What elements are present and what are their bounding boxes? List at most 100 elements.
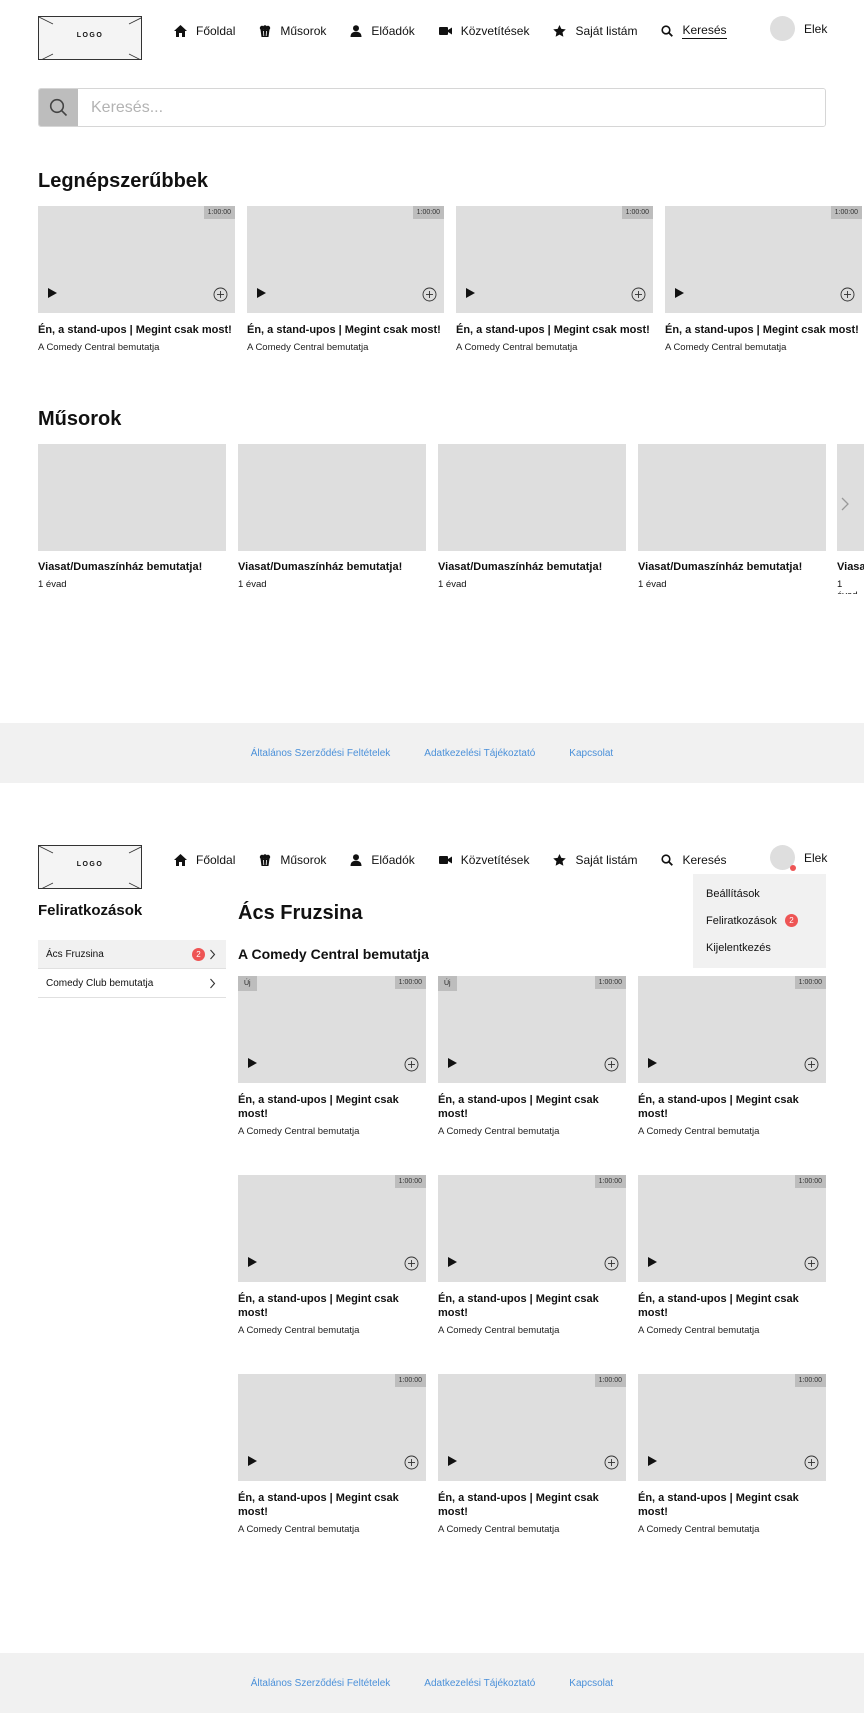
video-card[interactable]: 1:00:00 Én, a stand-upos | Megint csak mo… bbox=[247, 206, 444, 353]
nav-item-my-list[interactable]: Saját listám bbox=[553, 20, 637, 42]
video-card[interactable]: Új 1:00:00 Én, a stand-upos | Megint csak … bbox=[438, 976, 626, 1137]
video-thumbnail[interactable]: 1:00:00 bbox=[638, 1374, 826, 1481]
nav-item-shows[interactable]: Műsorok bbox=[259, 20, 326, 42]
footer-link-privacy[interactable]: Adatkezelési Tájékoztató bbox=[424, 748, 535, 759]
footer-link-privacy[interactable]: Adatkezelési Tájékoztató bbox=[424, 1678, 535, 1689]
video-title[interactable]: Én, a stand-upos | Megint csak most! bbox=[238, 1491, 426, 1519]
video-thumbnail[interactable]: 1:00:00 bbox=[247, 206, 444, 313]
nav-item-broadcasts[interactable]: Közvetítések bbox=[438, 20, 529, 42]
video-card[interactable]: 1:00:00 Én, a stand-upos | Megint csak mo… bbox=[438, 1374, 626, 1535]
logo[interactable]: LOGO bbox=[38, 16, 142, 60]
video-card[interactable]: 1:00:00 Én, a stand-upos | Megint csak mo… bbox=[638, 1374, 826, 1535]
play-button[interactable] bbox=[248, 1453, 257, 1471]
subscription-item-acs-fruzsina[interactable]: Ács Fruzsina 2 bbox=[38, 940, 226, 969]
play-button[interactable] bbox=[448, 1055, 457, 1073]
show-card[interactable]: Viasat/Dumaszínház bemutatja! 1 évad bbox=[38, 444, 226, 590]
play-button[interactable] bbox=[257, 285, 266, 303]
video-card[interactable]: 1:00:00 Én, a stand-upos | Megint csak mo… bbox=[456, 206, 653, 353]
menu-item-settings[interactable]: Beállítások bbox=[693, 886, 826, 913]
video-title[interactable]: Én, a stand-upos | Megint csak most! bbox=[238, 1093, 426, 1121]
video-thumbnail[interactable]: 1:00:00 bbox=[38, 206, 235, 313]
avatar[interactable] bbox=[770, 16, 795, 41]
play-button[interactable] bbox=[248, 1254, 257, 1272]
nav-item-search[interactable]: Keresés bbox=[661, 20, 727, 42]
video-title[interactable]: Én, a stand-upos | Megint csak most! bbox=[38, 323, 235, 337]
add-to-list-button[interactable] bbox=[422, 287, 437, 307]
add-to-list-button[interactable] bbox=[604, 1057, 619, 1077]
video-title[interactable]: Én, a stand-upos | Megint csak most! bbox=[456, 323, 653, 337]
video-title[interactable]: Én, a stand-upos | Megint csak most! bbox=[638, 1093, 826, 1121]
video-thumbnail[interactable]: Új 1:00:00 bbox=[438, 976, 626, 1083]
add-to-list-button[interactable] bbox=[604, 1256, 619, 1276]
video-thumbnail[interactable]: 1:00:00 bbox=[638, 976, 826, 1083]
add-to-list-button[interactable] bbox=[404, 1256, 419, 1276]
subscription-item-comedy-club[interactable]: Comedy Club bemutatja bbox=[38, 969, 226, 998]
add-to-list-button[interactable] bbox=[631, 287, 646, 307]
play-button[interactable] bbox=[448, 1453, 457, 1471]
play-button[interactable] bbox=[675, 285, 684, 303]
footer-link-contact[interactable]: Kapcsolat bbox=[569, 1678, 613, 1689]
carousel-next-button[interactable] bbox=[838, 496, 852, 517]
nav-item-performers[interactable]: Előadók bbox=[350, 20, 415, 42]
video-card[interactable]: 1:00:00 Én, a stand-upos | Megint csak mo… bbox=[638, 1175, 826, 1336]
video-title[interactable]: Én, a stand-upos | Megint csak most! bbox=[238, 1292, 426, 1320]
video-thumbnail[interactable]: 1:00:00 bbox=[456, 206, 653, 313]
nav-item-performers[interactable]: Előadók bbox=[350, 849, 415, 871]
video-title[interactable]: Én, a stand-upos | Megint csak most! bbox=[665, 323, 862, 337]
video-title[interactable]: Én, a stand-upos | Megint csak most! bbox=[438, 1491, 626, 1519]
video-thumbnail[interactable]: 1:00:00 bbox=[438, 1374, 626, 1481]
add-to-list-button[interactable] bbox=[840, 287, 855, 307]
nav-item-shows[interactable]: Műsorok bbox=[259, 849, 326, 871]
user-menu[interactable]: Elek bbox=[770, 16, 827, 41]
show-card[interactable]: Viasat/Dumaszínház bemutatja! 1 évad bbox=[438, 444, 626, 590]
video-card[interactable]: Új 1:00:00 Én, a stand-upos | Megint csak … bbox=[238, 976, 426, 1137]
video-thumbnail[interactable]: 1:00:00 bbox=[238, 1175, 426, 1282]
video-thumbnail[interactable]: 1:00:00 bbox=[638, 1175, 826, 1282]
play-button[interactable] bbox=[48, 285, 57, 303]
add-to-list-button[interactable] bbox=[804, 1455, 819, 1475]
video-card[interactable]: 1:00:00 Én, a stand-upos | Megint csak mo… bbox=[438, 1175, 626, 1336]
show-card[interactable]: Viasat/Dumaszínház bemutatja! 1 évad bbox=[638, 444, 826, 590]
play-button[interactable] bbox=[448, 1254, 457, 1272]
add-to-list-button[interactable] bbox=[804, 1057, 819, 1077]
video-thumbnail[interactable]: Új 1:00:00 bbox=[238, 976, 426, 1083]
add-to-list-button[interactable] bbox=[404, 1455, 419, 1475]
video-card[interactable]: 1:00:00 Én, a stand-upos | Megint csak mo… bbox=[238, 1374, 426, 1535]
video-card[interactable]: 1:00:00 Én, a stand-upos | Megint csak mo… bbox=[638, 976, 826, 1137]
footer-link-terms[interactable]: Általános Szerződési Feltételek bbox=[251, 748, 391, 759]
video-title[interactable]: Én, a stand-upos | Megint csak most! bbox=[247, 323, 444, 337]
footer-link-terms[interactable]: Általános Szerződési Feltételek bbox=[251, 1678, 391, 1689]
add-to-list-button[interactable] bbox=[404, 1057, 419, 1077]
add-to-list-button[interactable] bbox=[804, 1256, 819, 1276]
show-card-partial[interactable]: Viasa 1 évad bbox=[837, 444, 864, 594]
play-button[interactable] bbox=[648, 1055, 657, 1073]
add-to-list-button[interactable] bbox=[604, 1455, 619, 1475]
video-title[interactable]: Én, a stand-upos | Megint csak most! bbox=[438, 1093, 626, 1121]
menu-item-subscriptions[interactable]: Feliratkozások 2 bbox=[693, 913, 826, 940]
play-button[interactable] bbox=[466, 285, 475, 303]
show-card[interactable]: Viasat/Dumaszínház bemutatja! 1 évad bbox=[238, 444, 426, 590]
search-button[interactable] bbox=[39, 89, 78, 126]
video-card[interactable]: 1:00:00 Én, a stand-upos | Megint csak mo… bbox=[665, 206, 862, 353]
nav-item-search[interactable]: Keresés bbox=[661, 849, 727, 871]
nav-item-my-list[interactable]: Saját listám bbox=[553, 849, 637, 871]
nav-item-home[interactable]: Főoldal bbox=[174, 849, 235, 871]
user-menu[interactable]: Elek bbox=[770, 845, 827, 871]
video-title[interactable]: Én, a stand-upos | Megint csak most! bbox=[638, 1491, 826, 1519]
search-input[interactable] bbox=[78, 89, 825, 126]
video-title[interactable]: Én, a stand-upos | Megint csak most! bbox=[438, 1292, 626, 1320]
play-button[interactable] bbox=[648, 1453, 657, 1471]
nav-item-home[interactable]: Főoldal bbox=[174, 20, 235, 42]
video-thumbnail[interactable]: 1:00:00 bbox=[238, 1374, 426, 1481]
video-title[interactable]: Én, a stand-upos | Megint csak most! bbox=[638, 1292, 826, 1320]
menu-item-logout[interactable]: Kijelentkezés bbox=[693, 940, 826, 967]
play-button[interactable] bbox=[248, 1055, 257, 1073]
add-to-list-button[interactable] bbox=[213, 287, 228, 307]
video-card[interactable]: 1:00:00 Én, a stand-upos | Megint csak mo… bbox=[38, 206, 235, 353]
logo[interactable]: LOGO bbox=[38, 845, 142, 889]
video-thumbnail[interactable]: 1:00:00 bbox=[438, 1175, 626, 1282]
nav-item-broadcasts[interactable]: Közvetítések bbox=[438, 849, 529, 871]
avatar[interactable] bbox=[770, 845, 796, 871]
footer-link-contact[interactable]: Kapcsolat bbox=[569, 748, 613, 759]
video-thumbnail[interactable]: 1:00:00 bbox=[665, 206, 862, 313]
